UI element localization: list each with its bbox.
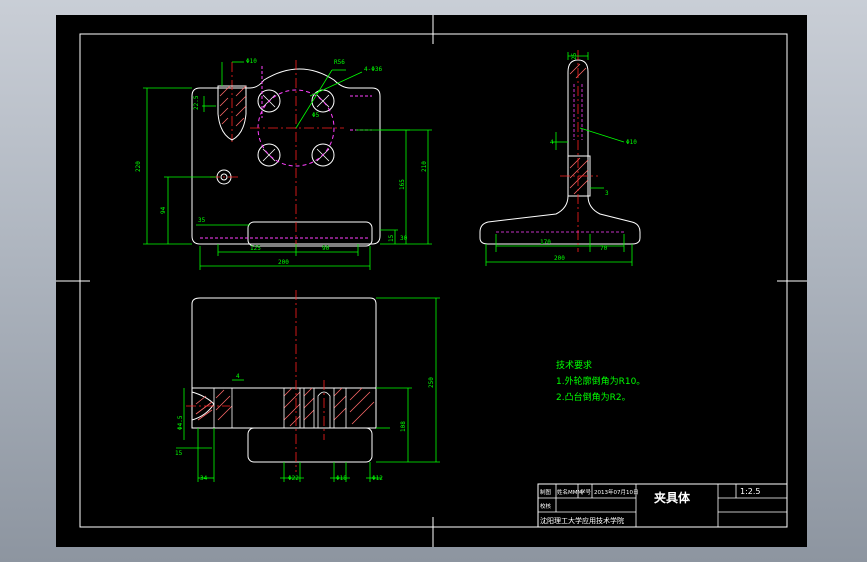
dim-text: Φ10 [246,58,257,65]
dim-text: 90 [322,245,330,252]
dim-text: 15 [388,234,395,242]
dim-text: 3 [605,190,609,197]
dim-text: 70 [600,245,608,252]
dim-text: 4-Φ36 [364,66,382,73]
school-name: 沈阳理工大学应用技术学院 [540,516,624,525]
dim-text: 220 [135,161,142,172]
drawing-date: 2013年07月10日 [594,488,639,496]
dim-text: 15 [175,450,183,457]
dim-text: 94 [160,206,167,214]
label-student-id: 学号 [580,488,592,496]
drawing-canvas: Φ10 R56 4-Φ36 Φ5 22.5 220 210 165 94 35 … [56,15,807,547]
dim-text: 30 [400,235,408,242]
dim-text: R56 [334,59,345,66]
dim-text: 22.5 [193,95,200,110]
dim-text: Φ4.5 [177,415,184,430]
dim-text: 4 [236,373,240,380]
dim-text: 250 [428,377,435,388]
dim-text: Φ12 [372,475,383,482]
dim-text: Φ5 [312,112,320,119]
dim-text: Φ22 [288,475,299,482]
label-checked-by: 校核 [540,502,552,510]
dim-text: 165 [399,179,406,190]
notes-line-2: 2.凸台倒角为R2。 [556,391,631,403]
drawing-sheet [56,15,807,547]
notes-line-1: 1.外轮廓倒角为R10。 [556,375,645,387]
dim-text: 35 [198,217,206,224]
dim-text: 200 [278,259,289,266]
dim-text: 125 [250,245,261,252]
notes-heading: 技术要求 [556,359,592,371]
dim-text: 200 [554,255,565,262]
dim-text: 34 [200,475,208,482]
dim-text: 25 [571,52,578,60]
scale: 1:2.5 [740,487,761,496]
dim-text: 170 [540,239,551,246]
dim-text: 108 [400,421,407,432]
dim-text: 4 [550,139,554,146]
dim-text: Φ18 [336,475,347,482]
drafter-name: 姓名MMM [557,488,582,496]
label-drawn-by: 制图 [540,488,552,496]
dim-text: Φ10 [626,139,637,146]
drawing-name: 夹具体 [654,490,691,505]
dim-text: 210 [421,161,428,172]
